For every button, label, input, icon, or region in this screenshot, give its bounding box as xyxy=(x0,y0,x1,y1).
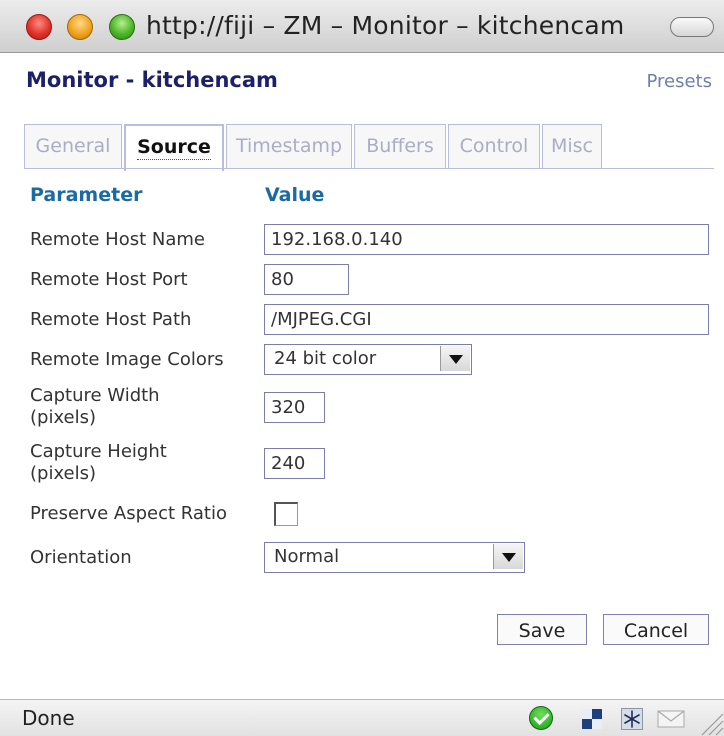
capture-width-input[interactable] xyxy=(264,392,325,423)
remote-host-port-input[interactable] xyxy=(264,264,349,295)
save-button[interactable]: Save xyxy=(497,614,587,645)
zoom-window-button[interactable] xyxy=(109,14,135,40)
window-title: http://fiji – ZM – Monitor – kitchencam xyxy=(146,11,625,40)
capture-width-label-line1: Capture Width xyxy=(30,385,160,406)
tab-label: Timestamp xyxy=(235,135,343,157)
tab-label: Misc xyxy=(550,135,594,157)
tab-buffers[interactable]: Buffers xyxy=(354,124,446,169)
remote-host-path-label: Remote Host Path xyxy=(30,309,192,330)
snowflake-icon[interactable] xyxy=(621,708,643,730)
orientation-select[interactable]: Normal xyxy=(264,542,525,573)
window-titlebar: http://fiji – ZM – Monitor – kitchencam xyxy=(0,0,724,53)
presets-link[interactable]: Presets xyxy=(646,71,712,92)
capture-height-label-line1: Capture Height xyxy=(30,441,167,462)
capture-height-label: Capture Height (pixels) xyxy=(30,441,167,485)
remote-host-port-label: Remote Host Port xyxy=(30,269,188,290)
parameter-column-header: Parameter xyxy=(30,184,143,206)
capture-height-input[interactable] xyxy=(264,448,325,479)
remote-image-colors-value: 24 bit color xyxy=(274,348,377,369)
preserve-aspect-ratio-checkbox[interactable] xyxy=(274,502,298,526)
tab-general[interactable]: General xyxy=(24,124,122,169)
capture-width-label-line2: (pixels) xyxy=(30,407,97,428)
minimize-window-button[interactable] xyxy=(67,14,93,40)
toolbar-toggle-button[interactable] xyxy=(670,17,714,37)
chevron-down-icon xyxy=(493,544,523,569)
resize-grip-icon[interactable] xyxy=(698,708,724,736)
tab-label: Source xyxy=(137,136,211,160)
capture-width-label: Capture Width (pixels) xyxy=(30,385,160,429)
remote-host-path-input[interactable] xyxy=(264,304,709,335)
screen-icon[interactable] xyxy=(581,708,603,730)
tab-underline xyxy=(24,168,714,169)
page-title: Monitor - kitchencam xyxy=(26,68,278,92)
status-bar: Done xyxy=(0,699,724,736)
remote-image-colors-select[interactable]: 24 bit color xyxy=(264,344,472,375)
orientation-value: Normal xyxy=(274,546,340,567)
tab-misc[interactable]: Misc xyxy=(542,124,602,169)
value-column-header: Value xyxy=(265,184,325,206)
cancel-button[interactable]: Cancel xyxy=(603,614,709,645)
remote-host-name-label: Remote Host Name xyxy=(30,229,205,250)
remote-image-colors-label: Remote Image Colors xyxy=(30,349,224,370)
ok-check-icon xyxy=(529,706,553,730)
tab-control[interactable]: Control xyxy=(448,124,540,169)
mail-icon[interactable] xyxy=(657,708,685,730)
capture-height-label-line2: (pixels) xyxy=(30,463,97,484)
chevron-down-icon xyxy=(440,346,470,371)
remote-host-name-input[interactable] xyxy=(264,224,709,255)
close-window-button[interactable] xyxy=(26,14,52,40)
tab-label: Control xyxy=(459,135,529,157)
tab-source[interactable]: Source xyxy=(124,124,224,171)
status-text: Done xyxy=(22,706,75,730)
tab-label: General xyxy=(35,135,111,157)
orientation-label: Orientation xyxy=(30,547,132,568)
tab-label: Buffers xyxy=(366,135,434,157)
tab-timestamp[interactable]: Timestamp xyxy=(226,124,352,169)
preserve-aspect-ratio-label: Preserve Aspect Ratio xyxy=(30,503,227,524)
